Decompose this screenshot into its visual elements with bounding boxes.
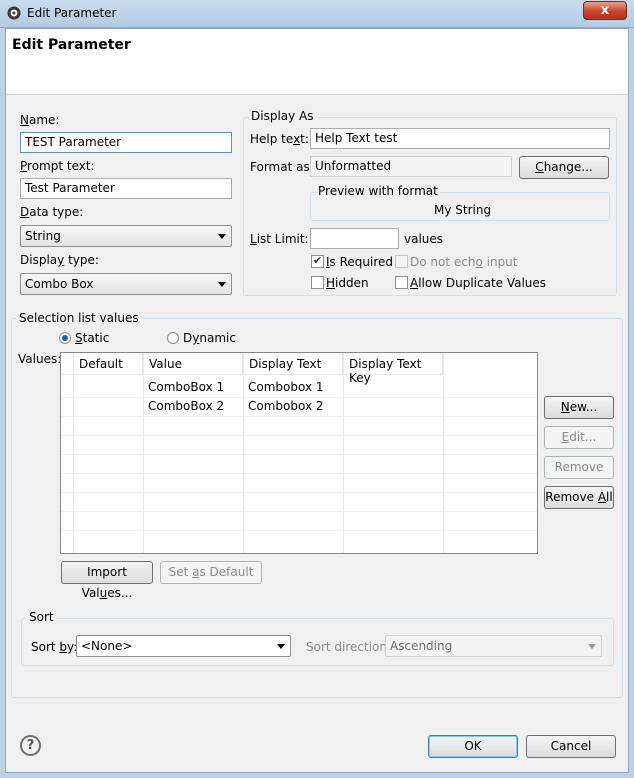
window-title: Edit Parameter (27, 6, 117, 20)
change-format-button[interactable]: Change... (519, 156, 609, 179)
hidden-label: Hidden (326, 276, 369, 290)
cell-display-text: Combobox 2 (248, 399, 324, 413)
sort-by-value: <None> (81, 639, 133, 653)
preview-value: My String (434, 203, 492, 217)
static-label: Static (75, 331, 110, 345)
help-text-field[interactable]: Help Text test (310, 128, 610, 149)
data-type-label: Data type: (20, 205, 84, 219)
check-icon: ✔ (313, 254, 323, 267)
row-divider (61, 530, 537, 531)
display-as-title: Display As (249, 109, 316, 123)
radio-dot (62, 335, 68, 341)
chevron-down-icon (218, 282, 226, 287)
allow-duplicates-label: Allow Duplicate Values (410, 276, 547, 290)
format-as-label: Format as: (250, 160, 314, 174)
values-table[interactable]: Default Value Display Text Display Text … (60, 352, 538, 554)
display-type-select[interactable]: Combo Box (20, 273, 232, 295)
app-icon (7, 6, 21, 20)
column-header-value[interactable]: Value (143, 353, 243, 375)
help-icon[interactable]: ? (20, 735, 41, 756)
list-limit-field[interactable] (310, 228, 399, 249)
name-field[interactable]: TEST Parameter (20, 132, 232, 153)
do-not-echo-label: Do not echo input (410, 255, 518, 269)
close-button[interactable]: x (583, 1, 627, 20)
dialog-title: Edit Parameter (12, 37, 131, 53)
row-divider (61, 492, 537, 493)
dynamic-label: Dynamic (183, 331, 236, 345)
chevron-down-icon (277, 644, 285, 649)
set-as-default-button[interactable]: Set as Default (160, 561, 262, 584)
ok-button[interactable]: OK (428, 735, 518, 758)
selection-title: Selection list values (17, 311, 141, 325)
edit-value-button[interactable]: Edit... (544, 426, 614, 449)
column-header-display-text[interactable]: Display Text (243, 353, 343, 375)
column-header-display-text-key[interactable]: Display Text Key (343, 353, 443, 385)
remove-all-button[interactable]: Remove All (544, 486, 614, 509)
cancel-button[interactable]: Cancel (526, 735, 616, 758)
table-row[interactable]: ComboBox 2 Combobox 2 (61, 399, 537, 418)
column-header-default[interactable]: Default (73, 353, 143, 375)
data-type-select[interactable]: String (20, 225, 232, 247)
is-required-checkbox[interactable]: ✔ (311, 254, 324, 268)
sort-by-select[interactable]: <None> (76, 635, 291, 657)
sort-title: Sort (27, 610, 56, 624)
row-divider (61, 511, 537, 512)
new-value-button[interactable]: New... (544, 396, 614, 419)
is-required-label: Is Required (326, 255, 394, 269)
display-type-label: Display type: (20, 253, 99, 267)
list-limit-label: List Limit: (250, 232, 309, 246)
sort-direction-select: Ascending (385, 635, 602, 657)
format-as-field: Unformatted (310, 156, 512, 177)
display-type-value: Combo Box (25, 277, 94, 291)
dynamic-radio[interactable] (167, 332, 179, 344)
cell-value: ComboBox 1 (148, 380, 225, 394)
import-values-button[interactable]: Import Values... (61, 561, 153, 600)
row-divider (61, 454, 537, 455)
cell-value: ComboBox 2 (148, 399, 225, 413)
list-limit-suffix: values (404, 232, 444, 246)
sort-direction-value: Ascending (390, 639, 453, 653)
preview-title: Preview with format (316, 184, 440, 198)
do-not-echo-checkbox (395, 255, 408, 268)
remove-value-button[interactable]: Remove (544, 456, 614, 479)
row-divider (61, 473, 537, 474)
prompt-text-label: Prompt text: (20, 159, 95, 173)
table-row[interactable]: ComboBox 1 Combobox 1 (61, 379, 537, 398)
prompt-text-field[interactable]: Test Parameter (20, 178, 232, 199)
allow-duplicates-checkbox[interactable] (395, 276, 408, 289)
hidden-checkbox[interactable] (311, 276, 324, 289)
static-radio[interactable] (59, 332, 71, 344)
sort-by-label: Sort by: (31, 640, 78, 654)
row-divider (61, 435, 537, 436)
values-label: Values: (18, 352, 62, 366)
data-type-value: String (25, 229, 61, 243)
sort-direction-label: Sort direction: (306, 640, 392, 654)
help-text-label: Help text: (250, 132, 309, 146)
cell-display-text: Combobox 1 (248, 380, 324, 394)
chevron-down-icon (588, 644, 596, 649)
name-label: Name: (20, 113, 60, 127)
chevron-down-icon (218, 234, 226, 239)
